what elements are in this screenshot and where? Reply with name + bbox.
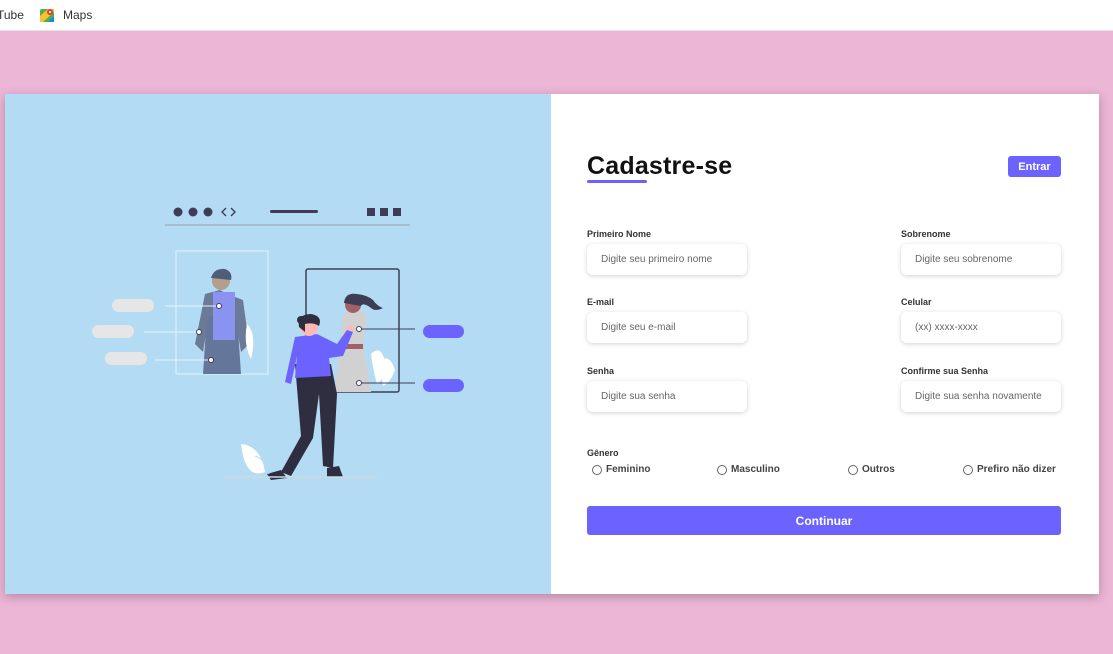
gender-label: Gênero bbox=[587, 448, 619, 458]
illustration-panel bbox=[5, 94, 551, 594]
confirm-password-input[interactable] bbox=[901, 381, 1061, 412]
radio-button[interactable] bbox=[592, 464, 602, 475]
gender-option-feminino[interactable]: Feminino bbox=[592, 464, 650, 475]
signup-illustration bbox=[92, 207, 464, 480]
gender-option-outros[interactable]: Outros bbox=[848, 464, 895, 475]
bookmark-label: Maps bbox=[63, 8, 93, 22]
radio-label: Outros bbox=[862, 464, 895, 475]
bookmark-maps[interactable]: Maps bbox=[39, 0, 92, 30]
bookmarks-bar: Tube Maps bbox=[0, 0, 1113, 31]
password-field: Senha bbox=[587, 366, 747, 412]
bookmark-label: Tube bbox=[0, 8, 24, 22]
title-underline bbox=[587, 180, 647, 183]
last-name-field: Sobrenome bbox=[901, 229, 1061, 275]
radio-button[interactable] bbox=[963, 464, 973, 475]
continue-button[interactable]: Continuar bbox=[587, 506, 1061, 535]
gender-option-masculino[interactable]: Masculino bbox=[717, 464, 780, 475]
signup-form-panel: Cadastre-se Entrar Primeiro Nome Sobreno… bbox=[551, 94, 1099, 594]
password-input[interactable] bbox=[587, 381, 747, 412]
last-name-label: Sobrenome bbox=[901, 229, 951, 239]
email-field: E-mail bbox=[587, 297, 747, 343]
bookmark-youtube[interactable]: Tube bbox=[0, 0, 24, 30]
confirm-password-field: Confirme sua Senha bbox=[901, 366, 1061, 412]
page-title: Cadastre-se bbox=[587, 152, 733, 180]
phone-label: Celular bbox=[901, 297, 932, 307]
radio-label: Masculino bbox=[731, 464, 780, 475]
gender-option-prefiro-nao-dizer[interactable]: Prefiro não dizer bbox=[963, 464, 1056, 475]
login-button[interactable]: Entrar bbox=[1008, 156, 1061, 177]
maps-icon bbox=[39, 7, 55, 23]
phone-field: Celular bbox=[901, 297, 1061, 343]
email-label: E-mail bbox=[587, 297, 615, 307]
radio-label: Prefiro não dizer bbox=[977, 464, 1056, 475]
first-name-field: Primeiro Nome bbox=[587, 229, 747, 275]
first-name-input[interactable] bbox=[587, 244, 747, 275]
email-input[interactable] bbox=[587, 312, 747, 343]
radio-button[interactable] bbox=[848, 464, 858, 475]
radio-label: Feminino bbox=[606, 464, 651, 475]
confirm-password-label: Confirme sua Senha bbox=[901, 366, 989, 376]
radio-button[interactable] bbox=[717, 464, 727, 475]
phone-input[interactable] bbox=[901, 312, 1061, 343]
last-name-input[interactable] bbox=[901, 244, 1061, 275]
first-name-label: Primeiro Nome bbox=[587, 229, 652, 239]
signup-card: Cadastre-se Entrar Primeiro Nome Sobreno… bbox=[5, 94, 1099, 594]
password-label: Senha bbox=[587, 366, 615, 376]
